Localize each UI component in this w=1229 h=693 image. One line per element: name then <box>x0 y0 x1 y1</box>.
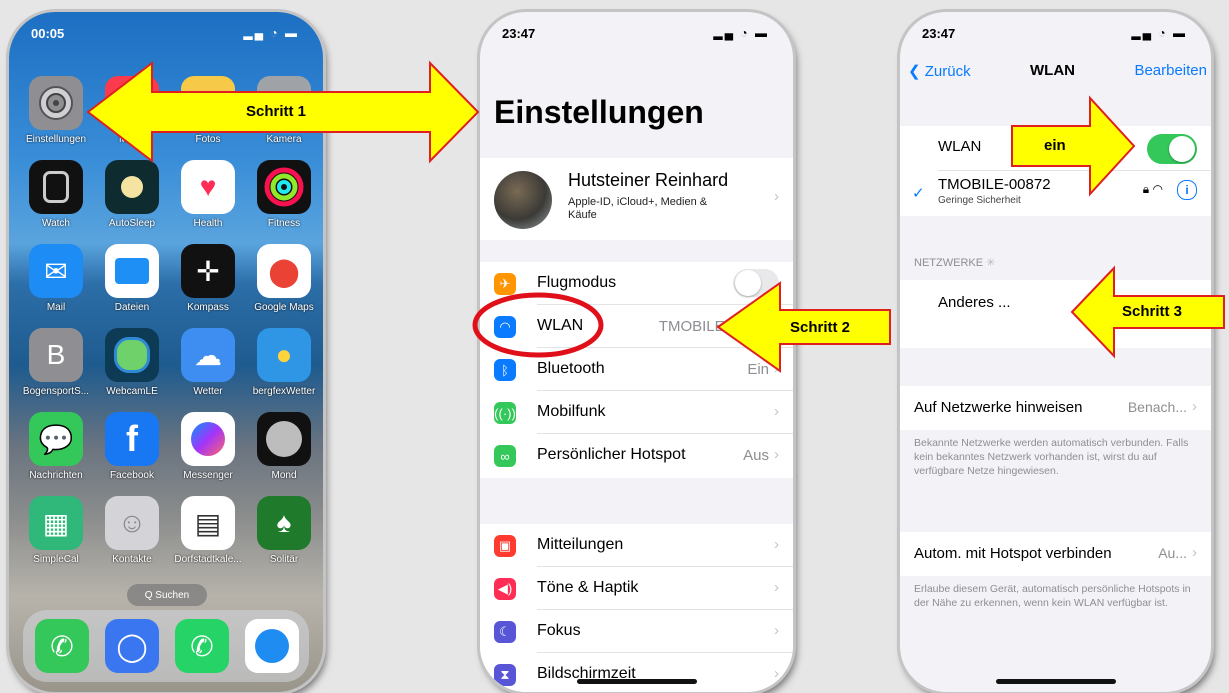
step2-label: Schritt 2 <box>790 319 851 336</box>
wlan-highlight-circle <box>472 292 604 358</box>
annotation-layer <box>86 60 1225 373</box>
on-label: ein <box>1044 137 1066 154</box>
step3-label: Schritt 3 <box>1122 303 1183 320</box>
on-arrow <box>1011 95 1136 197</box>
step1-label: Schritt 1 <box>246 103 307 120</box>
